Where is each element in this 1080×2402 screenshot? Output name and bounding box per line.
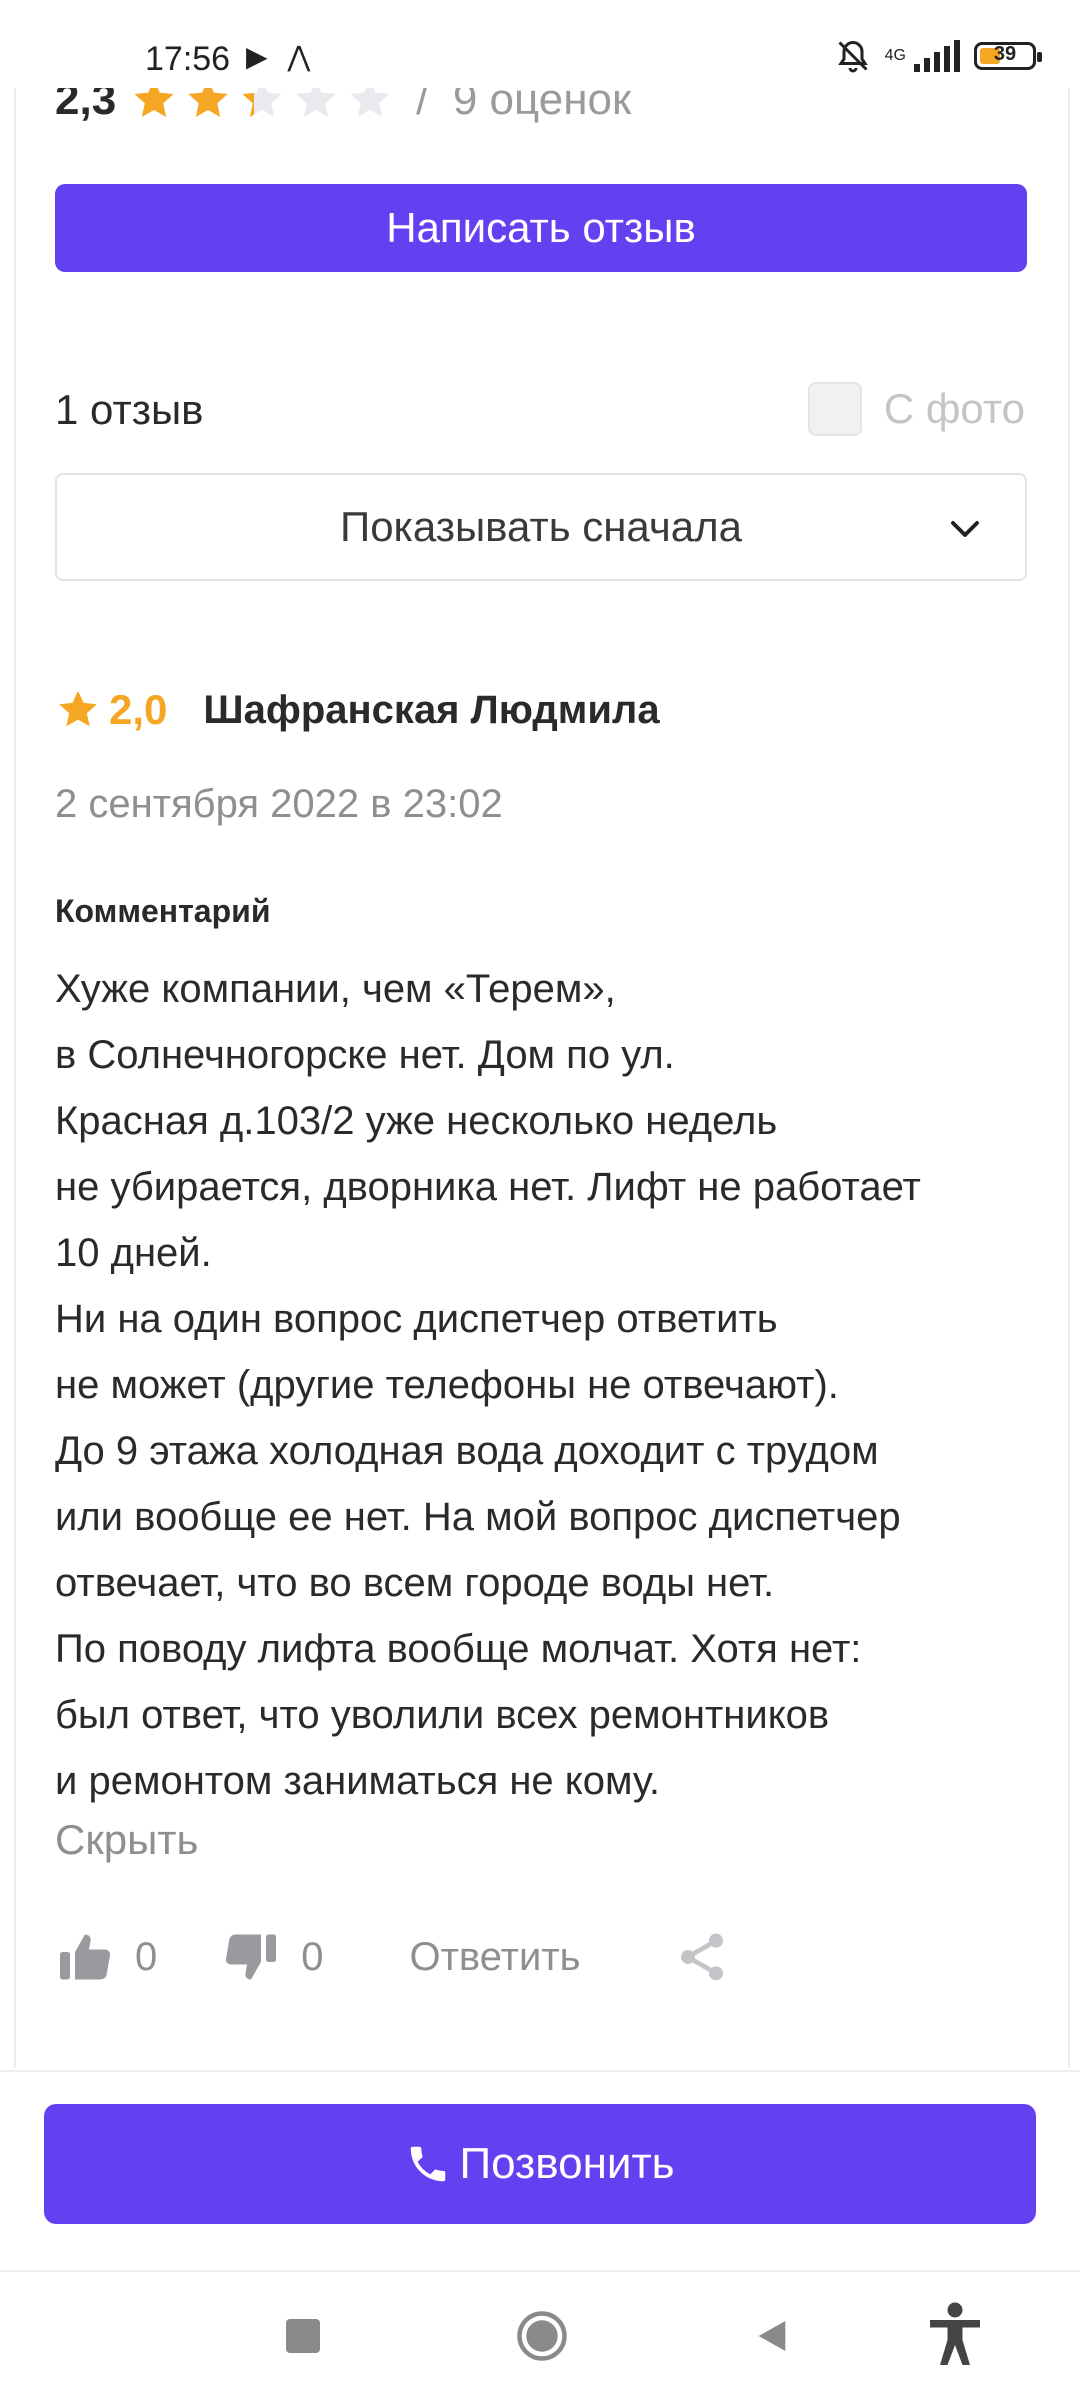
- phone-icon: [411, 2146, 446, 2182]
- write-review-button[interactable]: Написать отзыв: [55, 184, 1027, 272]
- comment-line: До 9 этажа холодная вода доходит с трудо…: [55, 1429, 879, 1473]
- status-bar: 17:56 ▶ ⋀ 4G 39: [0, 0, 1080, 88]
- sort-dropdown[interactable]: Показывать сначала: [55, 473, 1027, 581]
- nav-home-icon[interactable]: [515, 2309, 569, 2363]
- chevron-down-icon: [951, 521, 979, 537]
- comment-line: Ни на один вопрос диспетчер ответить: [55, 1297, 778, 1341]
- review-rating: 2,0: [109, 686, 168, 733]
- comment-line: в Солнечногорске нет. Дом по ул.: [55, 1033, 675, 1077]
- nav-recents-icon[interactable]: [286, 2319, 320, 2353]
- review-header: 2,0 Шафранская Людмила: [55, 686, 660, 734]
- accessibility-icon[interactable]: [925, 2300, 985, 2370]
- nav-back-icon[interactable]: [752, 2315, 792, 2357]
- comment-label: Комментарий: [55, 893, 271, 929]
- comment-line: или вообще ее нет. На мой вопрос диспетч…: [55, 1495, 901, 1539]
- signal-icon: [914, 40, 960, 72]
- comment-line: Хуже компании, чем «Терем»,: [55, 967, 616, 1011]
- call-button-label: Позвонить: [459, 2139, 675, 2188]
- hide-comment-link[interactable]: Скрыть: [55, 1816, 198, 1864]
- comment-line: 10 дней.: [55, 1231, 212, 1275]
- battery-level: 39: [993, 43, 1017, 65]
- thumbs-down-icon[interactable]: [221, 1927, 281, 1987]
- comment-line: Красная д.103/2 уже несколько недель: [55, 1099, 778, 1143]
- review-date: 2 сентября 2022 в 23:02: [55, 782, 503, 826]
- sort-label: Показывать сначала: [340, 503, 742, 550]
- network-type: 4G: [884, 47, 906, 64]
- photo-filter[interactable]: С фото: [807, 382, 1025, 436]
- likes-count: 0: [135, 1934, 158, 1979]
- status-time: 17:56: [145, 40, 231, 78]
- battery-icon: 39: [974, 42, 1042, 70]
- comment-line: отвечает, что во всем городе воды нет.: [55, 1561, 775, 1605]
- review-comment: Хуже компании, чем «Терем», в Солнечного…: [55, 956, 1040, 1814]
- review-actions: 0 0 Ответить: [55, 1922, 730, 1992]
- photo-filter-label: С фото: [883, 385, 1025, 432]
- status-notification-icons: ▶ ⋀: [246, 41, 317, 72]
- share-icon[interactable]: [674, 1929, 730, 1985]
- dislikes-count: 0: [301, 1934, 324, 1979]
- comment-line: не может (другие телефоны не отвечают).: [55, 1363, 839, 1407]
- comment-line: не убирается, дворника нет. Лифт не рабо…: [55, 1165, 921, 1209]
- reviews-count: 1 отзыв: [55, 386, 204, 433]
- comment-line: и ремонтом заниматься не кому.: [55, 1759, 661, 1803]
- reply-button[interactable]: Ответить: [410, 1935, 581, 1980]
- call-button[interactable]: Позвонить: [44, 2104, 1036, 2224]
- photo-filter-checkbox[interactable]: [807, 382, 862, 436]
- star-icon: [59, 690, 97, 727]
- status-indicators: 4G 39: [835, 38, 1042, 74]
- thumbs-up-icon[interactable]: [55, 1927, 115, 1987]
- review-author: Шафранская Людмила: [203, 687, 660, 732]
- divider: [0, 2070, 1080, 2072]
- comment-line: По поводу лифта вообще молчат. Хотя нет:: [55, 1627, 862, 1671]
- comment-line: был ответ, что уволили всех ремонтников: [55, 1693, 830, 1737]
- bell-off-icon: [837, 40, 868, 73]
